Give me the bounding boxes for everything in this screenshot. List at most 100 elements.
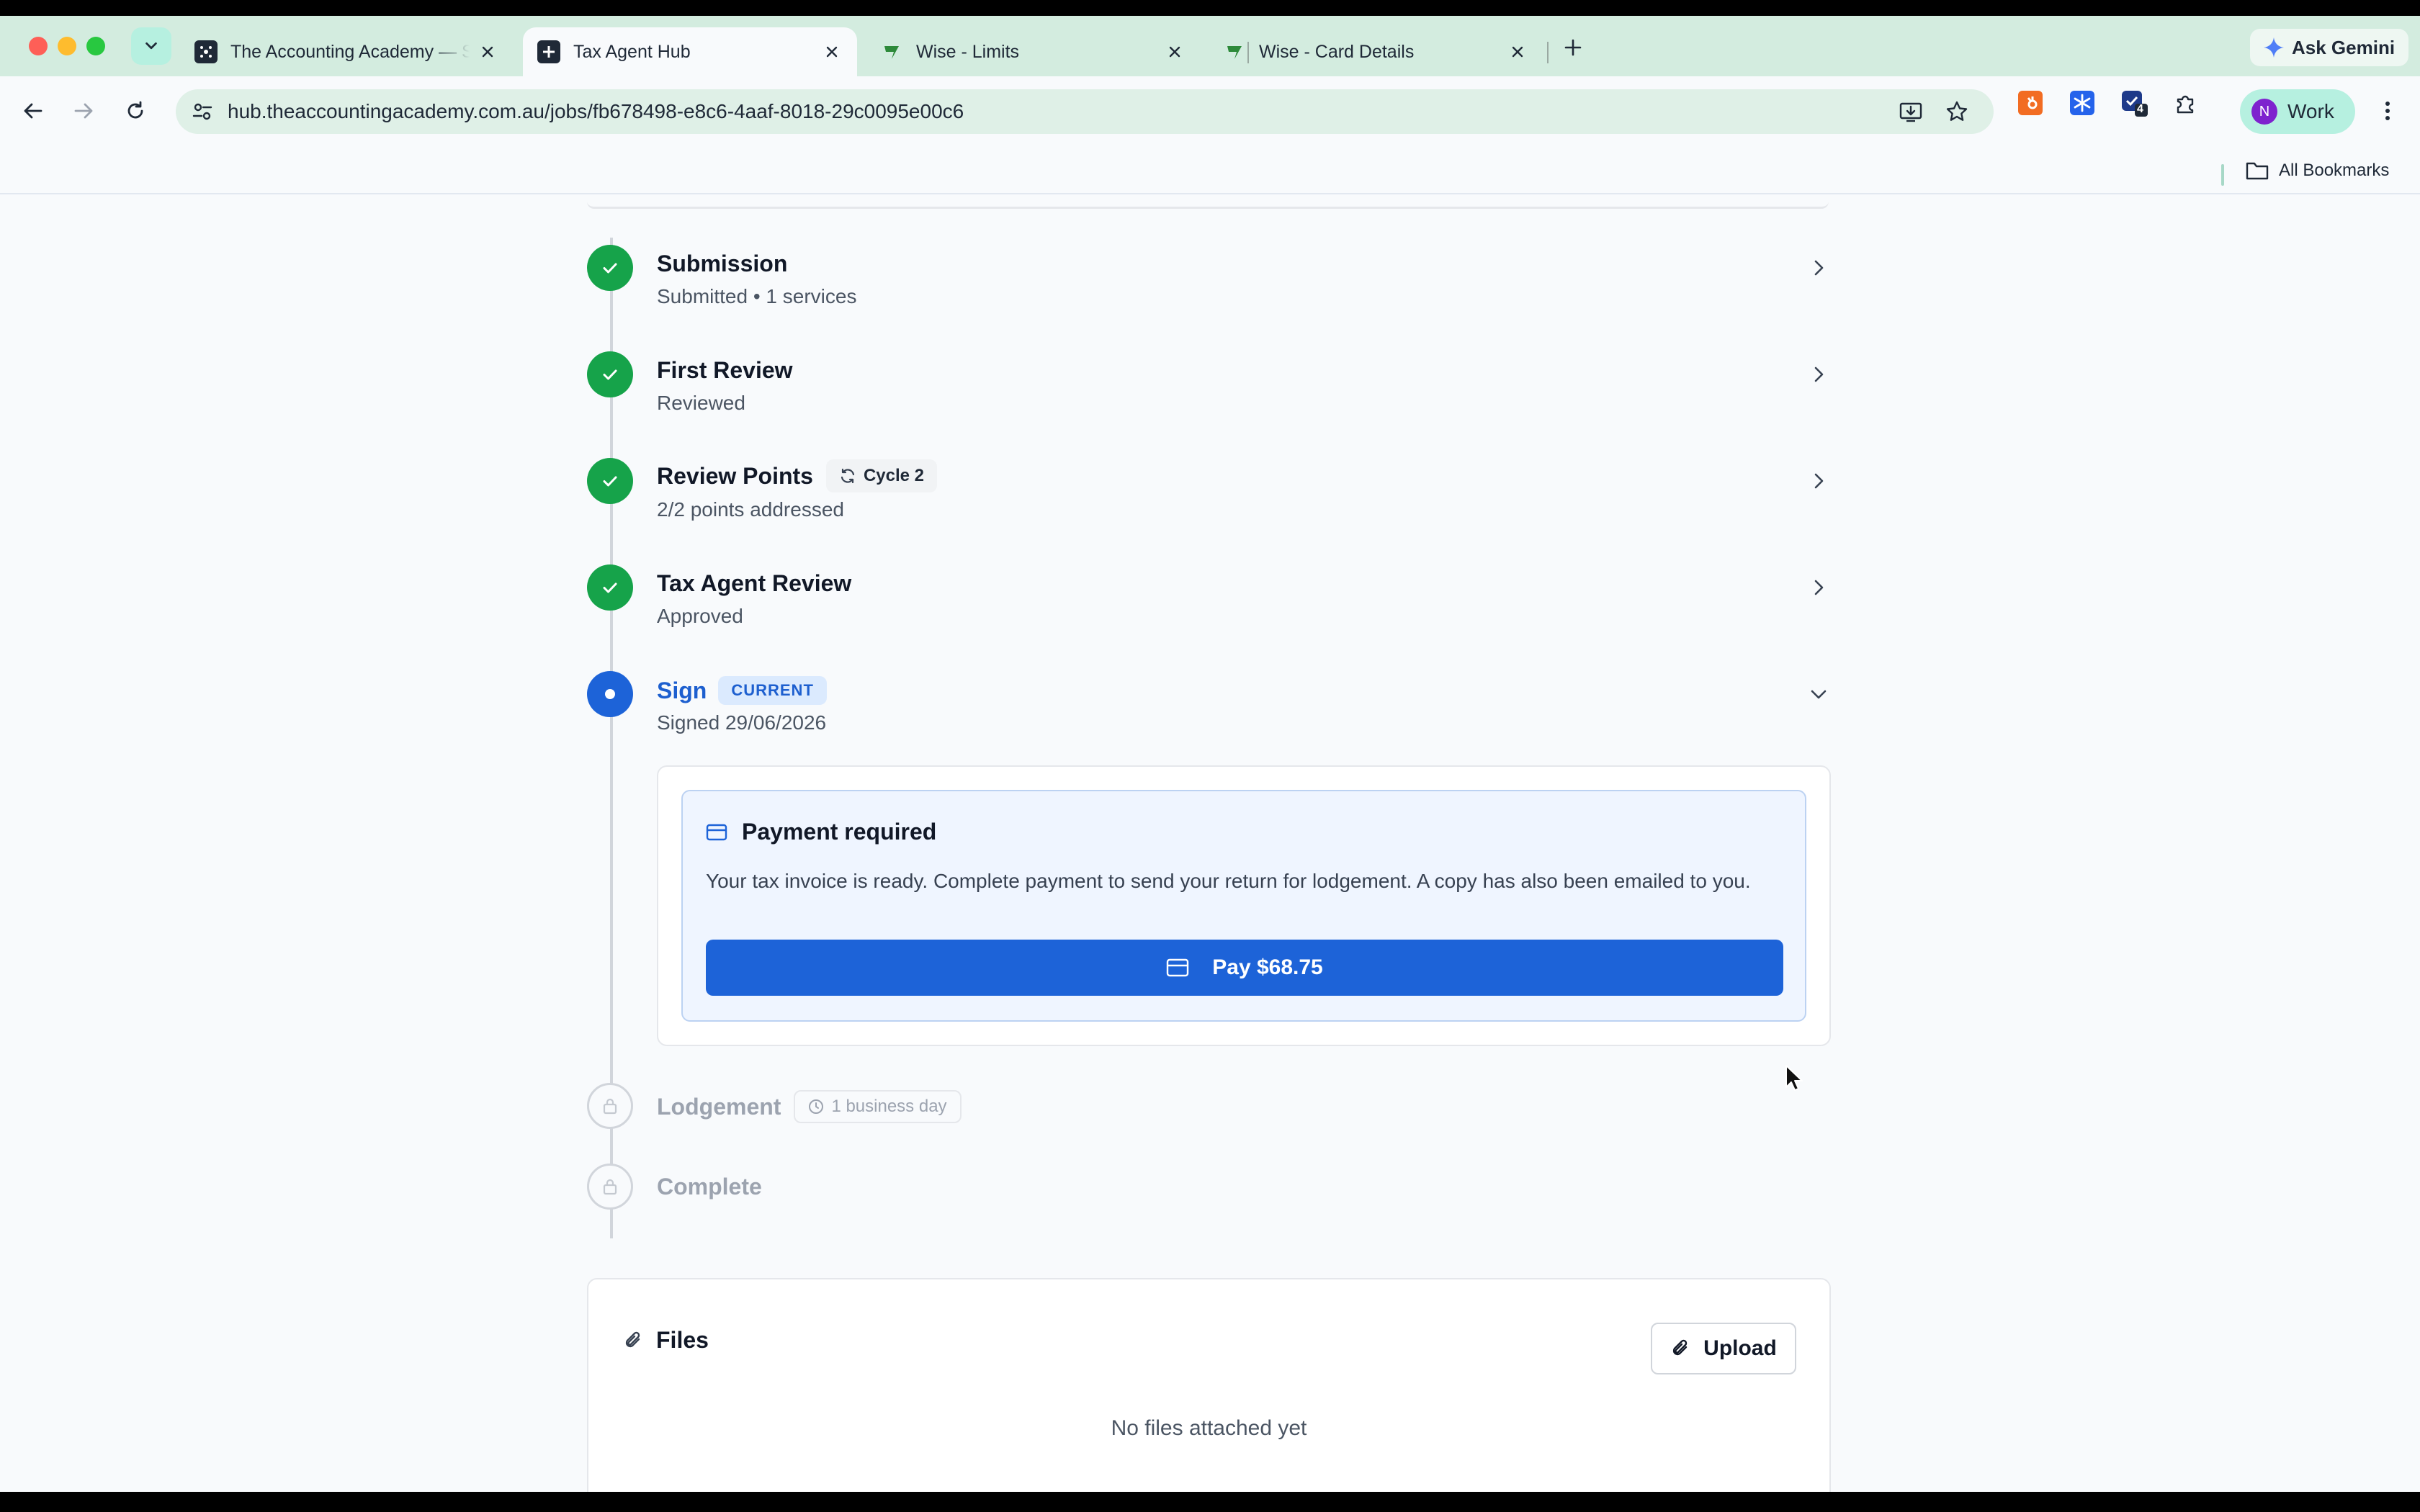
gemini-star-icon: [2264, 37, 2284, 58]
tab-strip: The Accounting Academy — S Tax Agent Hub…: [0, 16, 2420, 76]
tab-accounting-academy[interactable]: The Accounting Academy — S: [180, 27, 513, 76]
paperclip-icon: [625, 1331, 640, 1347]
close-tab-icon[interactable]: [477, 41, 498, 63]
extensions-puzzle-icon[interactable]: [2172, 89, 2200, 117]
academy-favicon-icon: [194, 40, 218, 63]
reload-button[interactable]: [121, 96, 150, 125]
back-button[interactable]: [19, 96, 48, 125]
step-title: Complete: [657, 1174, 762, 1200]
hubspot-extension-icon[interactable]: [2017, 89, 2044, 117]
address-bar[interactable]: hub.theaccountingacademy.com.au/jobs/fb6…: [176, 89, 1994, 134]
step-subtitle: Signed 29/06/2026: [657, 711, 827, 734]
step-status-done: [587, 564, 633, 611]
bookmarks-separator: [2221, 164, 2224, 186]
step-subtitle: Approved: [657, 605, 743, 627]
tab-wise-limits[interactable]: Wise - Limits: [866, 27, 1200, 76]
tab-title: The Accounting Academy — S: [230, 41, 470, 62]
current-badge: CURRENT: [718, 676, 827, 705]
snowflake-extension-icon[interactable]: [2069, 89, 2096, 117]
profile-button[interactable]: N Work: [2240, 89, 2355, 134]
browser-window: The Accounting Academy — S Tax Agent Hub…: [0, 16, 2420, 1492]
step-review-points[interactable]: Review Points Cycle 2 2/2 points address…: [587, 458, 1829, 523]
refresh-icon: [841, 468, 855, 484]
credit-card-icon: [1167, 958, 1189, 977]
tab-wise-card-details[interactable]: Wise - Card Details: [1209, 27, 1543, 76]
reload-icon: [127, 101, 143, 119]
step-title-row: Lodgement 1 business day: [657, 1089, 962, 1125]
step-status-locked: [587, 1164, 633, 1210]
maximize-window-button[interactable]: [86, 37, 105, 55]
step-status-current: [587, 671, 633, 717]
step-title: Sign: [657, 677, 707, 703]
minimize-window-button[interactable]: [58, 37, 76, 55]
eta-badge-label: 1 business day: [831, 1097, 947, 1116]
step-subtitle: Reviewed: [657, 392, 745, 414]
tab-search-button[interactable]: [131, 27, 171, 65]
files-title: Files: [656, 1327, 709, 1353]
bookmark-star-icon[interactable]: [1945, 99, 1969, 124]
step-status-done: [587, 351, 633, 397]
chevron-down-icon: [145, 42, 157, 50]
tab-tax-agent-hub[interactable]: Tax Agent Hub: [523, 27, 857, 76]
eta-badge: 1 business day: [794, 1090, 962, 1123]
site-info-icon[interactable]: [190, 99, 215, 124]
close-tab-icon[interactable]: [821, 41, 843, 63]
payment-required-card: Payment required Your tax invoice is rea…: [681, 790, 1806, 1022]
bookmarks-bar: All Bookmarks: [0, 145, 2420, 194]
tab-title: Tax Agent Hub: [573, 41, 691, 62]
close-window-button[interactable]: [29, 37, 48, 55]
clock-icon: [809, 1099, 824, 1114]
sign-step-panel: Payment required Your tax invoice is rea…: [657, 765, 1831, 1046]
arrow-left-icon: [24, 103, 42, 119]
chevron-right-icon[interactable]: [1804, 573, 1833, 602]
files-card: Files Upload No files attached yet: [587, 1278, 1831, 1492]
step-title: First Review: [657, 357, 793, 383]
pay-button-label: Pay $68.75: [1212, 955, 1323, 979]
all-bookmarks-button[interactable]: All Bookmarks: [2246, 158, 2389, 183]
tab-title: Wise - Limits: [916, 41, 1020, 62]
pay-button[interactable]: Pay $68.75: [706, 940, 1783, 996]
tasks-extension-icon[interactable]: 4: [2120, 89, 2148, 117]
browser-menu-button[interactable]: [2377, 96, 2398, 125]
ask-gemini-button[interactable]: Ask Gemini: [2250, 29, 2408, 66]
new-tab-button[interactable]: [1560, 35, 1586, 60]
chevron-right-icon[interactable]: [1804, 253, 1833, 282]
upload-button[interactable]: Upload: [1651, 1323, 1796, 1374]
step-title: Submission: [657, 251, 788, 276]
close-tab-icon[interactable]: [1507, 41, 1528, 63]
files-empty-state: No files attached yet: [1111, 1416, 1307, 1440]
check-icon: [603, 476, 617, 487]
step-title-row: Review Points Cycle 2: [657, 458, 938, 494]
payment-message: Your tax invoice is ready. Complete paym…: [706, 870, 1751, 892]
step-tax-agent-review[interactable]: Tax Agent Review Approved: [587, 564, 1829, 629]
step-subtitle: Submitted • 1 services: [657, 285, 857, 307]
chevron-down-icon[interactable]: [1804, 680, 1833, 708]
previous-card-edge: [587, 194, 1829, 209]
paperclip-icon: [1672, 1339, 1688, 1356]
step-first-review[interactable]: First Review Reviewed: [587, 351, 1829, 416]
step-sign[interactable]: Sign CURRENT Signed 29/06/2026: [587, 671, 1829, 736]
lock-icon: [603, 1179, 617, 1195]
check-icon: [603, 582, 617, 593]
credit-card-icon: [706, 824, 727, 840]
more-vertical-icon: [2385, 102, 2390, 120]
step-subtitle: 2/2 points addressed: [657, 498, 844, 521]
step-status-done: [587, 245, 633, 291]
close-tab-icon[interactable]: [1164, 41, 1186, 63]
step-submission[interactable]: Submission Submitted • 1 services: [587, 245, 1829, 310]
payment-header: Payment required: [706, 819, 936, 845]
forward-button[interactable]: [69, 96, 98, 125]
install-app-icon[interactable]: [1899, 99, 1923, 124]
page-content: Submission Submitted • 1 services First …: [0, 194, 2420, 1492]
chevron-right-icon[interactable]: [1804, 467, 1833, 495]
profile-label: Work: [2287, 100, 2334, 122]
gemini-label: Ask Gemini: [2292, 36, 2396, 58]
all-bookmarks-label: All Bookmarks: [2279, 161, 2390, 180]
step-status-locked: [587, 1083, 633, 1129]
wise-favicon-icon: [1223, 40, 1246, 63]
payment-title: Payment required: [742, 819, 937, 845]
folder-icon: [2246, 162, 2269, 180]
chevron-right-icon[interactable]: [1804, 360, 1833, 389]
step-complete: Complete: [587, 1164, 1829, 1211]
mouse-cursor-icon: [1785, 1065, 1803, 1091]
